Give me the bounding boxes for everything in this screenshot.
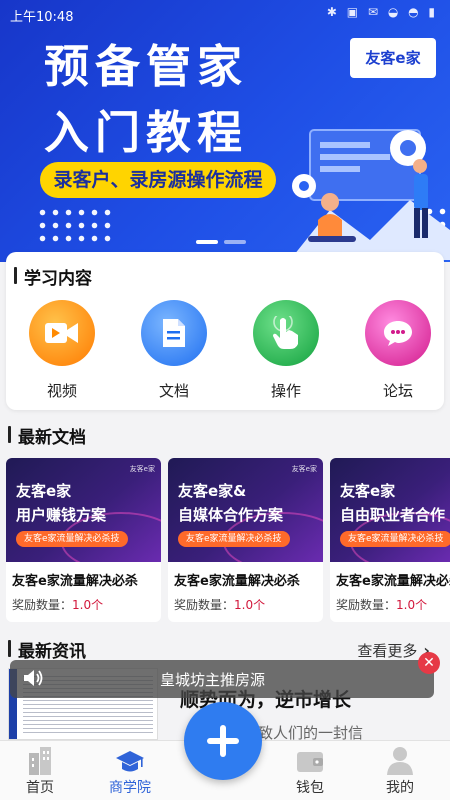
banner-title-line2: 入门教程: [44, 106, 249, 159]
view-more-label: 查看更多: [357, 642, 418, 660]
decor-dots: [36, 206, 116, 246]
doc-cover-line1: 友客e家&: [178, 482, 247, 500]
doc-cover: 友客e家 友客e家 用户赚钱方案 友客e家流量解决必杀技: [6, 458, 161, 562]
learning-title: 学习内容: [14, 264, 92, 289]
doc-reward: 奖励数量：1.0个: [12, 596, 103, 613]
feature-operation-label: 操作: [270, 382, 301, 400]
doc-reward-label: 奖励数量：: [336, 598, 397, 612]
doc-reward-value: 1.0个: [72, 598, 104, 612]
feature-document[interactable]: 文档: [134, 300, 214, 401]
close-icon[interactable]: ✕: [418, 652, 440, 674]
banner-title-line1: 预备管家: [44, 40, 249, 93]
building-icon: [29, 747, 51, 775]
doc-cover-brand: 友客e家: [291, 465, 317, 473]
doc-reward-label: 奖励数量：: [12, 598, 73, 612]
doc-title: 友客e家流量解决必杀: [174, 574, 300, 589]
toast-text: 皇城坊主推房源: [160, 671, 266, 689]
tab-business-school-label: 商学院: [109, 780, 151, 796]
doc-cover-line1: 友客e家: [16, 482, 72, 500]
doc-card[interactable]: 友客e家 友客e家& 自媒体合作方案 友客e家流量解决必杀技 友客e家流量解决必…: [168, 458, 323, 622]
app-screen: 上午10:48 ✱ ▣ ✉ ◒ ◓ ▮ 预备管家 入门教程 录客户、录房源操作流…: [0, 0, 450, 800]
feature-forum-label: 论坛: [382, 382, 413, 400]
doc-cover: 友客e家 友客e家& 自媒体合作方案 友客e家流量解决必杀技: [168, 458, 323, 562]
doc-card[interactable]: 友客e家 自由职业者合作 友客e家流量解决必杀技 友客e家流量解决必杀 奖励数量…: [330, 458, 450, 622]
doc-cover-tag: 友客e家流量解决必杀技: [16, 531, 128, 547]
hand-tap-icon: [253, 300, 319, 366]
graduation-cap-icon: [116, 751, 144, 772]
banner-subtitle: 录客户、录房源操作流程: [40, 162, 276, 198]
feature-video-label: 视频: [46, 382, 77, 400]
feature-document-label: 文档: [158, 382, 189, 400]
doc-cover-line2: 自媒体合作方案: [178, 506, 284, 524]
tab-home[interactable]: 首页: [0, 741, 80, 800]
doc-title: 友客e家流量解决必杀: [12, 574, 138, 589]
tab-wallet[interactable]: 钱包: [270, 741, 350, 800]
feature-video[interactable]: 视频: [22, 300, 102, 401]
feature-forum[interactable]: 论坛: [358, 300, 438, 401]
docs-section-title: 最新文档: [8, 423, 86, 448]
tab-mine[interactable]: 我的: [360, 741, 440, 800]
doc-cover-line2: 用户赚钱方案: [16, 506, 107, 524]
add-button[interactable]: [184, 702, 262, 780]
tab-wallet-label: 钱包: [296, 780, 324, 796]
status-time: 上午10:48: [10, 10, 74, 25]
doc-reward: 奖励数量：1.0个: [174, 596, 265, 613]
notice-toast[interactable]: 皇城坊主推房源 ✕: [10, 652, 440, 698]
doc-cover-tag: 友客e家流量解决必杀技: [178, 531, 290, 547]
video-icon: [29, 300, 95, 366]
tab-home-label: 首页: [26, 780, 54, 796]
wallet-icon: [297, 752, 323, 772]
status-icons: ✱ ▣ ✉ ◒ ◓ ▮: [326, 5, 438, 19]
doc-cover-brand: 友客e家: [129, 465, 155, 473]
banner-illustration: [290, 129, 450, 260]
document-icon: [141, 300, 207, 366]
doc-cover-line1: 友客e家: [340, 482, 396, 500]
feature-operation[interactable]: 操作: [246, 300, 326, 401]
doc-title: 友客e家流量解决必杀: [336, 574, 450, 589]
status-bar: 上午10:48 ✱ ▣ ✉ ◒ ◓ ▮: [0, 0, 450, 28]
promo-banner[interactable]: 上午10:48 ✱ ▣ ✉ ◒ ◓ ▮ 预备管家 入门教程 录客户、录房源操作流…: [0, 0, 450, 262]
doc-reward-value: 1.0个: [396, 598, 428, 612]
doc-reward-label: 奖励数量：: [174, 598, 235, 612]
plus-icon: [207, 725, 239, 757]
doc-reward-value: 1.0个: [234, 598, 266, 612]
speaker-icon: [24, 670, 43, 686]
doc-cover-line2: 自由职业者合作: [340, 506, 446, 524]
doc-cover: 友客e家 自由职业者合作 友客e家流量解决必杀技: [330, 458, 450, 562]
learning-section: 学习内容 视频 文档 操作 论坛: [6, 252, 444, 410]
doc-reward: 奖励数量：1.0个: [336, 596, 427, 613]
user-icon: [387, 747, 413, 775]
tab-mine-label: 我的: [386, 780, 414, 796]
chat-bubble-icon: [365, 300, 431, 366]
doc-cover-tag: 友客e家流量解决必杀技: [340, 531, 450, 547]
carousel-indicator: [196, 240, 248, 244]
news-section-title: 最新资讯: [8, 637, 86, 662]
brand-logo: 友客e家: [350, 38, 436, 78]
doc-card[interactable]: 友客e家 友客e家 用户赚钱方案 友客e家流量解决必杀技 友客e家流量解决必杀 …: [6, 458, 161, 622]
tab-business-school[interactable]: 商学院: [90, 741, 170, 800]
